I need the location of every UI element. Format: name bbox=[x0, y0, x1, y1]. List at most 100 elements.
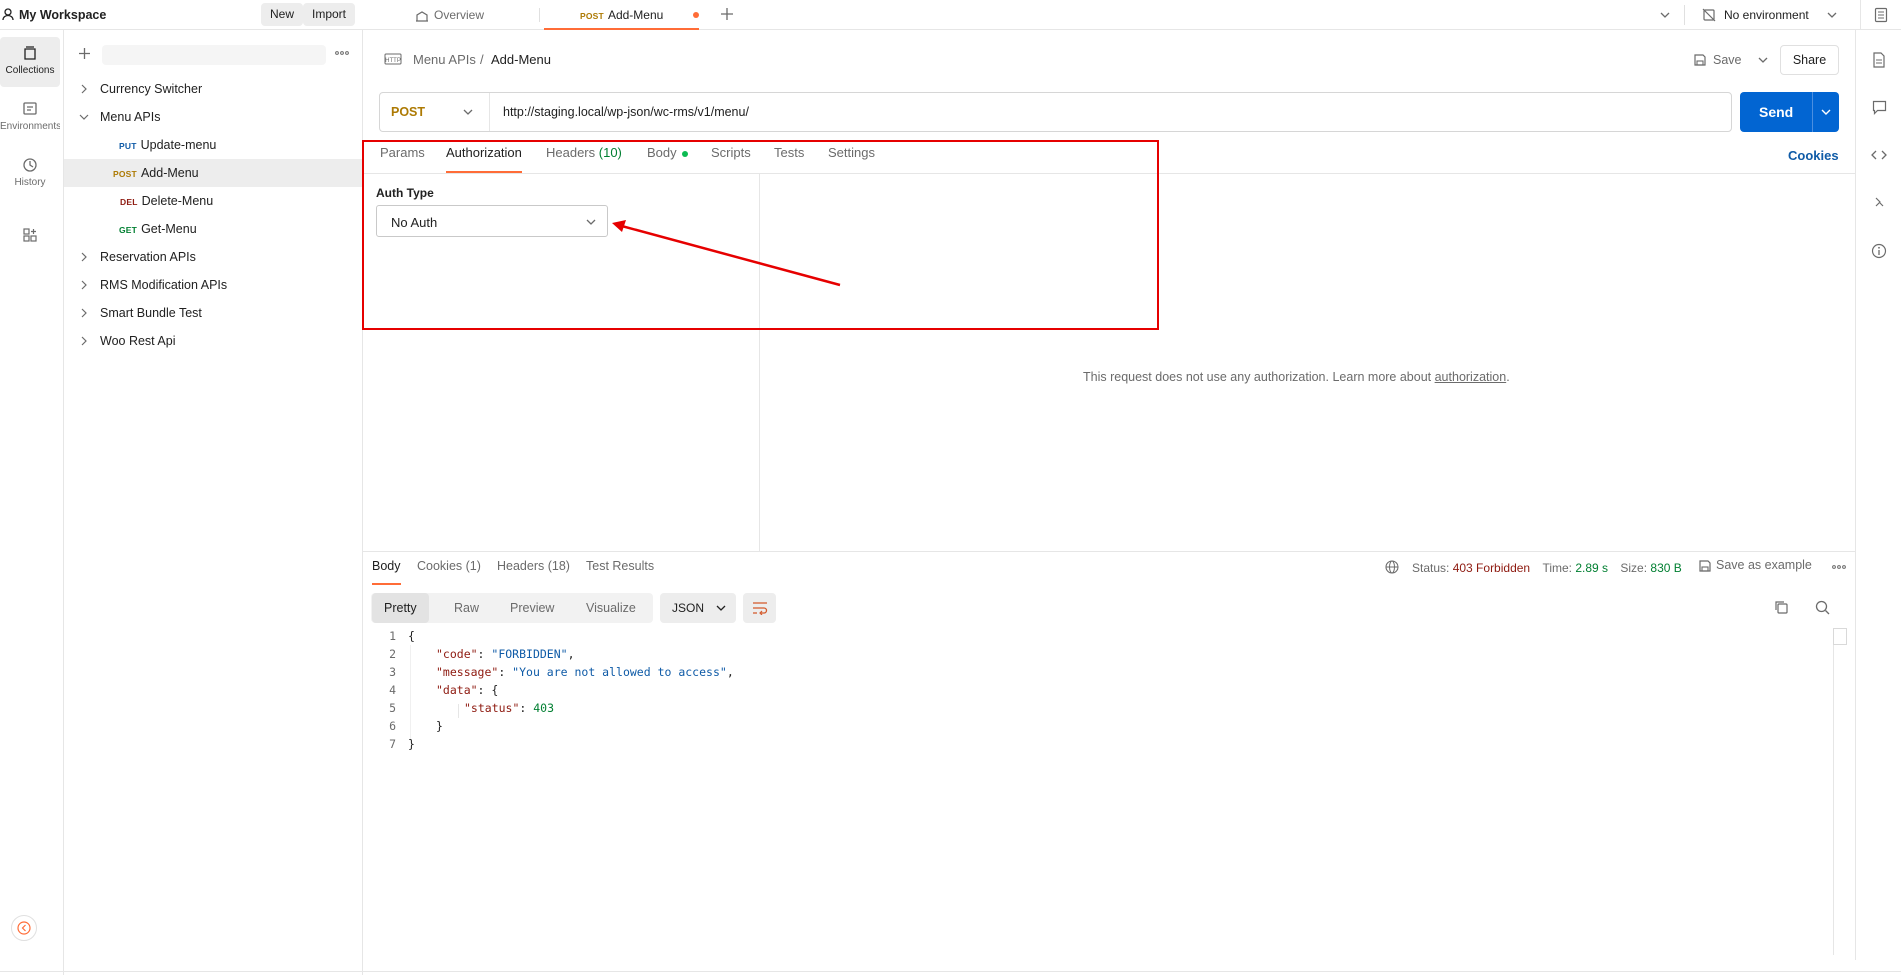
collection-reservation-apis[interactable]: Reservation APIs bbox=[64, 243, 362, 271]
code-icon[interactable] bbox=[1871, 148, 1887, 162]
history-icon bbox=[23, 158, 37, 172]
collection-smart-bundle-test[interactable]: Smart Bundle Test bbox=[64, 299, 362, 327]
divider bbox=[1684, 5, 1685, 25]
workspace-name[interactable]: My Workspace bbox=[19, 8, 106, 22]
collection-currency-switcher[interactable]: Currency Switcher bbox=[64, 75, 362, 103]
environment-select[interactable]: No environment bbox=[1724, 8, 1809, 22]
send-chevron-down-icon[interactable] bbox=[1820, 106, 1832, 118]
wrap-icon bbox=[752, 601, 768, 615]
plus-icon[interactable] bbox=[720, 7, 734, 21]
breadcrumb-collection[interactable]: Menu APIs bbox=[413, 52, 476, 67]
rail-configure[interactable] bbox=[0, 219, 60, 255]
grid-plus-icon bbox=[23, 228, 37, 242]
new-button[interactable]: New bbox=[261, 3, 304, 26]
rail-environments[interactable]: Environments bbox=[0, 93, 60, 143]
status-value[interactable]: 403 Forbidden bbox=[1453, 561, 1530, 575]
collection-rms-modification-apis[interactable]: RMS Modification APIs bbox=[64, 271, 362, 299]
view-pretty[interactable]: Pretty bbox=[372, 593, 429, 623]
svg-text:HTTP: HTTP bbox=[385, 58, 401, 64]
tab-divider bbox=[539, 8, 540, 22]
copy-icon[interactable] bbox=[1774, 600, 1789, 615]
breadcrumb-request[interactable]: Add-Menu bbox=[491, 52, 551, 67]
code-line: 6} bbox=[389, 719, 443, 733]
http-request-icon: HTTP bbox=[384, 52, 402, 66]
comments-icon[interactable] bbox=[1872, 100, 1887, 115]
annotation-arrow bbox=[612, 220, 841, 287]
resp-tab-cookies[interactable]: Cookies (1) bbox=[417, 559, 481, 585]
view-preview[interactable]: Preview bbox=[498, 593, 566, 623]
url-input[interactable]: http://staging.local/wp-json/wc-rms/v1/m… bbox=[503, 105, 749, 119]
chevron-right-icon bbox=[80, 84, 88, 94]
chevron-right-icon bbox=[80, 280, 88, 290]
chevron-down-icon[interactable] bbox=[1659, 9, 1671, 21]
collection-woo-rest-api[interactable]: Woo Rest Api bbox=[64, 327, 362, 355]
save-icon bbox=[1693, 53, 1707, 67]
search-collections-input[interactable] bbox=[102, 45, 326, 65]
request-update-menu[interactable]: PUT Update-menu bbox=[64, 131, 362, 159]
chevron-right-icon bbox=[80, 252, 88, 262]
resp-tab-headers[interactable]: Headers (18) bbox=[497, 559, 570, 585]
method-chevron-down-icon bbox=[462, 106, 474, 118]
add-collection-icon[interactable] bbox=[78, 47, 91, 60]
auth-note: This request does not use any authorizat… bbox=[1083, 370, 1510, 384]
format-select[interactable]: JSON bbox=[660, 593, 736, 623]
response-more-icon[interactable] bbox=[1831, 562, 1847, 572]
globe-icon[interactable] bbox=[1385, 560, 1399, 574]
info-icon[interactable] bbox=[1871, 243, 1887, 259]
code-line: 2 "code": "FORBIDDEN", bbox=[389, 647, 575, 661]
related-collections-icon[interactable] bbox=[1873, 196, 1886, 211]
send-button[interactable]: Send bbox=[1740, 92, 1839, 132]
breadcrumb-separator: / bbox=[480, 52, 484, 67]
send-divider bbox=[1812, 92, 1813, 132]
divider bbox=[363, 551, 1855, 552]
method-select[interactable]: POST bbox=[380, 93, 490, 131]
chevron-right-icon bbox=[80, 308, 88, 318]
status-bar bbox=[0, 971, 1901, 975]
time-value[interactable]: 2.89 s bbox=[1575, 561, 1608, 575]
no-environment-icon bbox=[1702, 8, 1716, 22]
resp-tab-test-results[interactable]: Test Results bbox=[586, 559, 654, 585]
code-line: 3 "message": "You are not allowed to acce… bbox=[389, 665, 734, 679]
wrap-lines-button[interactable] bbox=[743, 593, 776, 623]
authorization-link[interactable]: authorization bbox=[1435, 370, 1507, 384]
right-rail-divider bbox=[1855, 30, 1856, 960]
view-raw[interactable]: Raw bbox=[442, 593, 491, 623]
response-meta: Status: 403 Forbidden Time: 2.89 s Size:… bbox=[1412, 561, 1682, 575]
code-line: 4 "data": { bbox=[389, 683, 499, 697]
resp-tab-body[interactable]: Body bbox=[372, 559, 401, 585]
chevron-down-icon bbox=[79, 113, 89, 121]
code-line: 7} bbox=[389, 737, 415, 751]
collections-icon bbox=[24, 46, 36, 60]
view-visualize[interactable]: Visualize bbox=[574, 593, 648, 623]
documentation-icon[interactable] bbox=[1872, 52, 1886, 68]
environment-quick-look-icon[interactable] bbox=[1874, 7, 1888, 23]
divider bbox=[1860, 0, 1861, 30]
request-delete-menu[interactable]: DEL Delete-Menu bbox=[64, 187, 362, 215]
save-button[interactable]: Save bbox=[1687, 45, 1779, 75]
import-button[interactable]: Import bbox=[303, 3, 356, 26]
request-get-menu[interactable]: GET Get-Menu bbox=[64, 215, 362, 243]
size-value[interactable]: 830 B bbox=[1650, 561, 1681, 575]
left-rail: Collections Environments History bbox=[0, 30, 64, 975]
search-icon[interactable] bbox=[1815, 600, 1830, 615]
env-chevron-down-icon[interactable] bbox=[1826, 9, 1838, 21]
collections-sidebar: Currency Switcher Menu APIs PUT Update-me… bbox=[64, 30, 363, 975]
cookies-link[interactable]: Cookies bbox=[1788, 148, 1839, 163]
code-line: 5 "status": 403 bbox=[389, 701, 555, 715]
overview-icon bbox=[414, 10, 430, 22]
more-options-icon[interactable] bbox=[335, 47, 349, 59]
rail-history[interactable]: History bbox=[0, 149, 60, 199]
collection-menu-apis[interactable]: Menu APIs bbox=[64, 103, 362, 131]
tab-add-menu[interactable]: POST Add-Menu bbox=[544, 0, 699, 30]
share-button[interactable]: Share bbox=[1780, 45, 1839, 75]
top-bar: My Workspace New Import Overview POST Add… bbox=[0, 0, 1901, 30]
save-chevron-down-icon[interactable] bbox=[1757, 54, 1769, 66]
format-chevron-down-icon bbox=[715, 602, 727, 614]
rail-collections[interactable]: Collections bbox=[0, 37, 60, 87]
tab-overview[interactable]: Overview bbox=[414, 0, 539, 30]
save-as-example-button[interactable]: Save as example bbox=[1698, 558, 1812, 576]
request-add-menu[interactable]: POST Add-Menu bbox=[64, 159, 362, 187]
agent-mode-icon[interactable] bbox=[11, 915, 37, 941]
code-line: 1{ bbox=[389, 629, 415, 643]
environments-icon bbox=[23, 102, 37, 115]
